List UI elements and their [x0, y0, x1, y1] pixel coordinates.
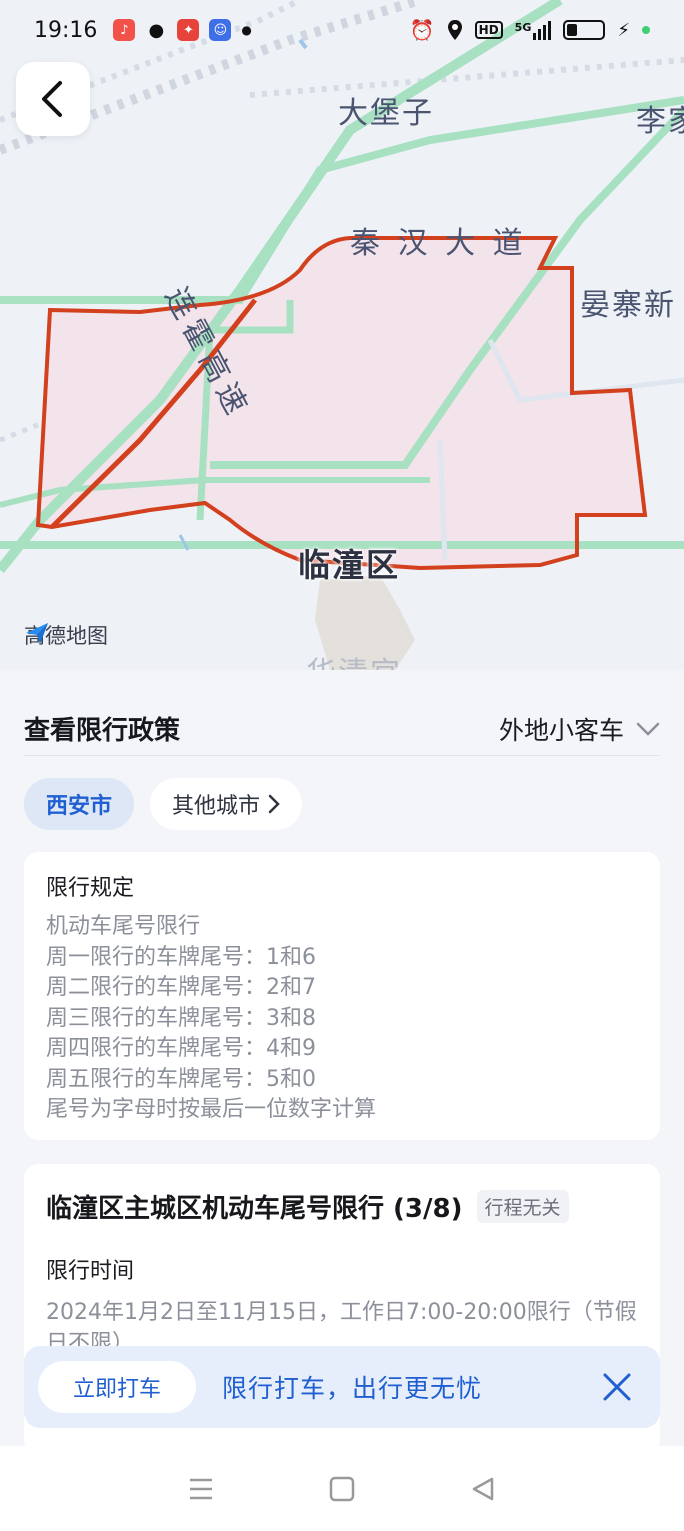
rules-line: 机动车尾号限行: [46, 914, 201, 939]
menu-button[interactable]: [181, 1469, 221, 1509]
location-icon: [447, 20, 462, 40]
close-icon: [603, 1373, 631, 1401]
place-label-dabaozi: 大堡子: [338, 96, 434, 131]
menu-icon: [189, 1478, 212, 1499]
tab-other-cities-label: 其他城市: [172, 794, 261, 819]
place-label-yanzhaixin: 晏寨新: [580, 288, 676, 323]
chevron-left-icon: [42, 81, 62, 117]
back-button[interactable]: [16, 62, 90, 136]
rules-card: 限行规定 机动车尾号限行 周一限行的车牌尾号：1和6 周二限行的车牌尾号：2和7…: [24, 852, 660, 1140]
wechat-icon: ●: [148, 19, 165, 41]
status-badge: 行程无关: [476, 1190, 569, 1223]
music-app-icon: ♪: [113, 19, 136, 41]
road-label-qinhan: 秦 汉 大 道: [350, 226, 527, 261]
tab-xian[interactable]: 西安市: [24, 778, 135, 830]
district-region: [38, 238, 645, 568]
amap-logo: 高德地图: [24, 620, 108, 650]
baidu-icon: ☺: [209, 19, 232, 41]
map-view[interactable]: 大堡子 李家 晏寨新 华清宫 秦 汉 大 道 连霍高速 临潼区 高德地图: [0, 0, 684, 670]
detail-title: 临潼区主城区机动车尾号限行 (3/8): [46, 1194, 463, 1224]
vehicle-type-label: 外地小客车: [498, 715, 624, 745]
city-tabs: 西安市 其他城市: [24, 778, 303, 830]
charging-icon: ⚡: [617, 19, 630, 41]
dot-icon: ●: [241, 23, 252, 37]
amap-logo-icon: [26, 623, 48, 644]
rules-line: 周三限行的车牌尾号：3和8: [46, 1005, 316, 1031]
battery-icon: [563, 20, 606, 40]
back-triangle-icon: [473, 1477, 494, 1500]
status-right: ⏰ HD 5G ⚡: [410, 18, 650, 42]
alarm-icon: ⏰: [409, 18, 435, 42]
time-label: 限行时间: [46, 1259, 135, 1284]
chevron-right-icon: [268, 794, 280, 814]
signal-icon: 5G: [514, 20, 552, 40]
green-dot-icon: [642, 26, 650, 34]
home-square-icon: [329, 1476, 355, 1501]
vehicle-type-dropdown[interactable]: 外地小客车: [499, 711, 660, 747]
promo-text: 限行打车，出行更无忧: [222, 1374, 483, 1403]
policy-panel: 查看限行政策 外地小客车 西安市 其他城市 限行规定 机动车尾号限行 周一限行的…: [0, 670, 684, 1454]
status-bar: 19:16 ♪ ● ✦ ☺ ● ⏰ HD 5G ⚡: [0, 0, 684, 60]
rules-heading: 限行规定: [46, 876, 135, 901]
rules-line: 周二限行的车牌尾号：2和7: [46, 975, 316, 1000]
news-app-icon: ✦: [177, 19, 200, 41]
close-promo-button[interactable]: [600, 1370, 634, 1404]
hd-icon: HD: [474, 21, 503, 39]
chevron-down-icon: [636, 722, 660, 736]
system-nav-bar: [0, 1446, 684, 1531]
tab-other-cities[interactable]: 其他城市: [150, 778, 303, 830]
book-taxi-button[interactable]: 立即打车: [38, 1361, 196, 1413]
rules-line: 周五限行的车牌尾号：5和0: [46, 1066, 316, 1092]
rules-line: 周一限行的车牌尾号：1和6: [46, 944, 316, 970]
screen: 大堡子 李家 晏寨新 华清宫 秦 汉 大 道 连霍高速 临潼区 高德地图 19:…: [0, 0, 684, 1531]
back-nav-button[interactable]: [463, 1469, 503, 1509]
rules-line: 周四限行的车牌尾号：4和9: [46, 1036, 316, 1061]
promo-banner: 立即打车 限行打车，出行更无忧: [24, 1346, 660, 1428]
policy-header: 查看限行政策 外地小客车: [24, 702, 660, 756]
home-button[interactable]: [322, 1469, 362, 1509]
network-label: 5G: [514, 20, 532, 34]
place-label-huaqinggong: 华清宫: [306, 648, 402, 670]
place-label-lijia: 李家: [636, 104, 684, 139]
rules-line: 尾号为字母时按最后一位数字计算: [46, 1097, 377, 1122]
status-time: 19:16: [34, 17, 98, 43]
detail-title-row: 临潼区主城区机动车尾号限行 (3/8) 行程无关: [46, 1188, 638, 1225]
district-label: 临潼区: [298, 546, 401, 584]
policy-title: 查看限行政策: [24, 716, 181, 746]
